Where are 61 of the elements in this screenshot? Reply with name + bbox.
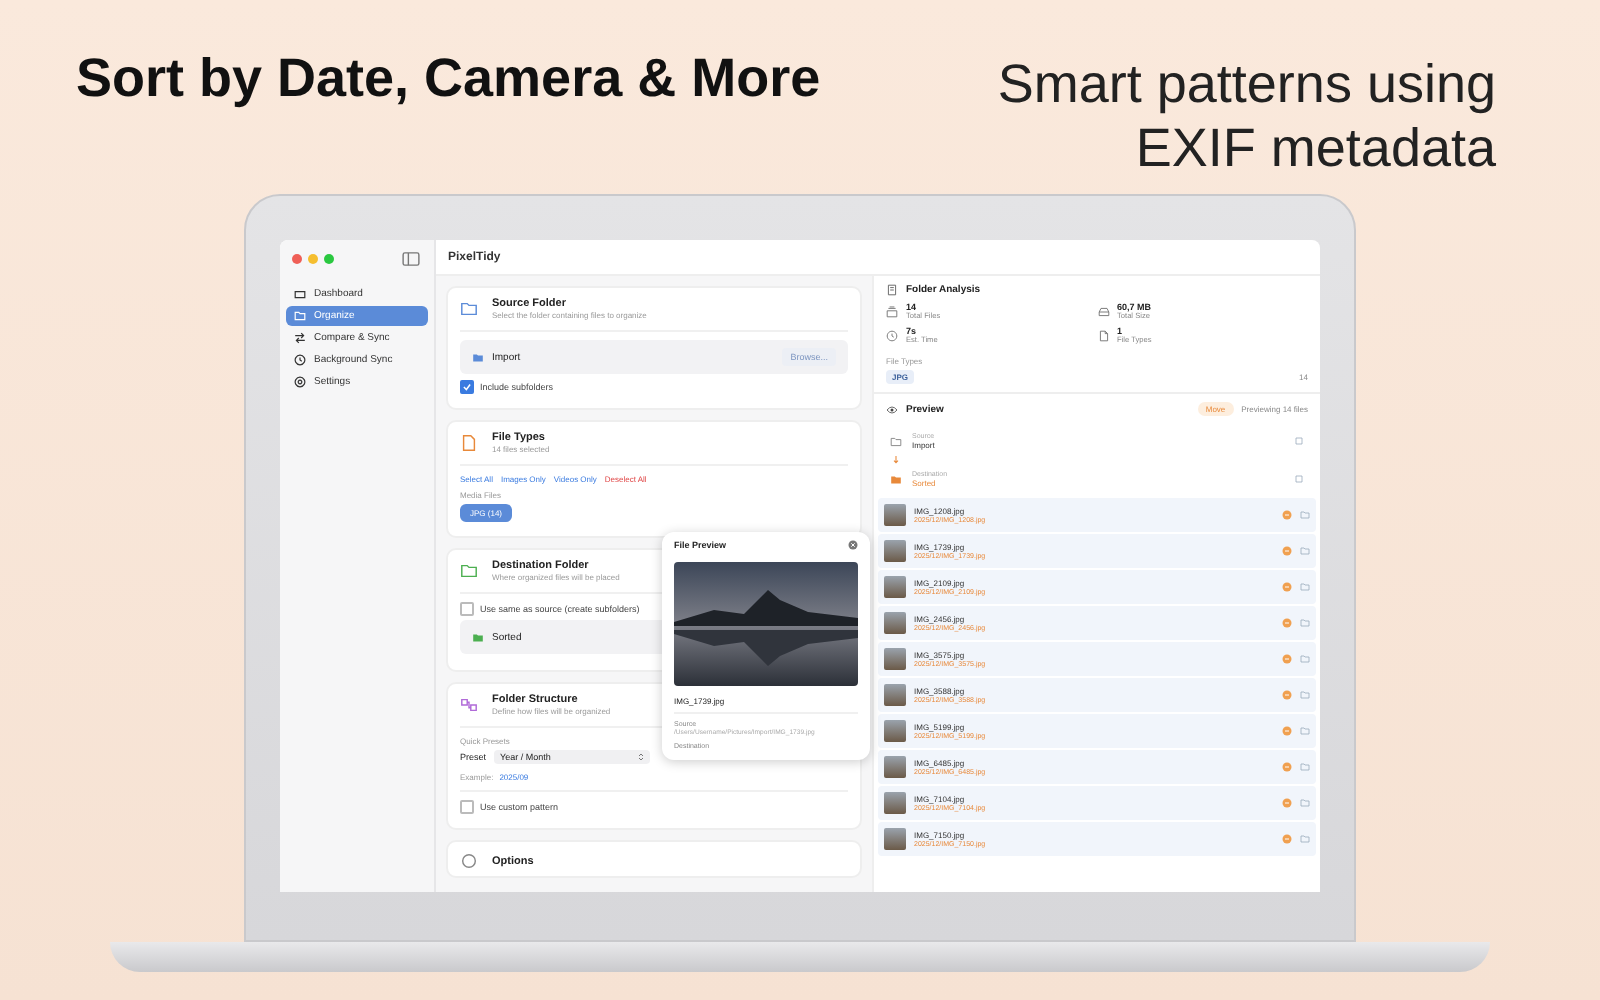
move-status-icon [1282, 618, 1292, 628]
folder-icon [294, 310, 306, 322]
stack-icon [886, 305, 898, 317]
photo-placeholder [884, 684, 906, 706]
folder-icon[interactable] [1300, 582, 1310, 592]
structure-icon [460, 696, 478, 714]
photo-placeholder [884, 828, 906, 850]
subheadline-line: EXIF metadata [1133, 116, 1496, 180]
photo-placeholder [884, 504, 906, 526]
folder-icon [472, 351, 484, 363]
folder-icon [472, 631, 484, 643]
folder-icon [460, 300, 478, 318]
move-status-icon [1282, 834, 1292, 844]
move-status-icon [1282, 690, 1292, 700]
check-icon [462, 382, 472, 392]
photo-placeholder [884, 576, 906, 598]
subheadline-line: Smart patterns using [997, 52, 1496, 116]
clock-icon [886, 329, 898, 341]
move-status-icon [1282, 726, 1292, 736]
folder-icon [460, 562, 478, 580]
dashboard-icon [294, 288, 306, 300]
photo-placeholder [884, 756, 906, 778]
checkbox[interactable] [460, 602, 474, 616]
folder-icon[interactable] [1300, 546, 1310, 556]
arrows-icon [294, 332, 306, 344]
close-icon[interactable] [848, 540, 858, 550]
drive-icon [1097, 305, 1109, 317]
folder-icon[interactable] [1300, 690, 1310, 700]
folder-icon[interactable] [1300, 834, 1310, 844]
photo-placeholder [884, 612, 906, 634]
eye-icon [886, 403, 898, 415]
checkbox[interactable] [460, 800, 474, 814]
arrow-down-icon [892, 456, 900, 464]
document-icon [886, 284, 898, 296]
folder-icon[interactable] [1300, 798, 1310, 808]
photo-placeholder [884, 648, 906, 670]
photo-placeholder [884, 792, 906, 814]
folder-icon [890, 473, 902, 485]
headline: Sort by Date, Camera & More [76, 48, 821, 110]
folder-icon[interactable] [1300, 618, 1310, 628]
folder-icon[interactable] [1300, 654, 1310, 664]
move-status-icon [1282, 510, 1292, 520]
minimize-window-button[interactable] [308, 253, 318, 263]
clock-icon [294, 354, 306, 366]
move-status-icon [1282, 762, 1292, 772]
document-icon [460, 434, 478, 452]
move-status-icon [1282, 654, 1292, 664]
checkbox[interactable] [460, 380, 474, 394]
folder-icon[interactable] [1300, 726, 1310, 736]
photo-placeholder [884, 720, 906, 742]
folder-icon[interactable] [1300, 510, 1310, 520]
move-status-icon [1282, 798, 1292, 808]
photo-placeholder [884, 540, 906, 562]
close-window-button[interactable] [292, 253, 302, 263]
zoom-window-button[interactable] [324, 253, 334, 263]
sidebar-toggle-icon[interactable] [402, 251, 420, 265]
move-status-icon [1282, 582, 1292, 592]
folder-icon[interactable] [1300, 762, 1310, 772]
folder-icon [890, 435, 902, 447]
move-status-icon [1282, 546, 1292, 556]
document-icon [1097, 329, 1109, 341]
